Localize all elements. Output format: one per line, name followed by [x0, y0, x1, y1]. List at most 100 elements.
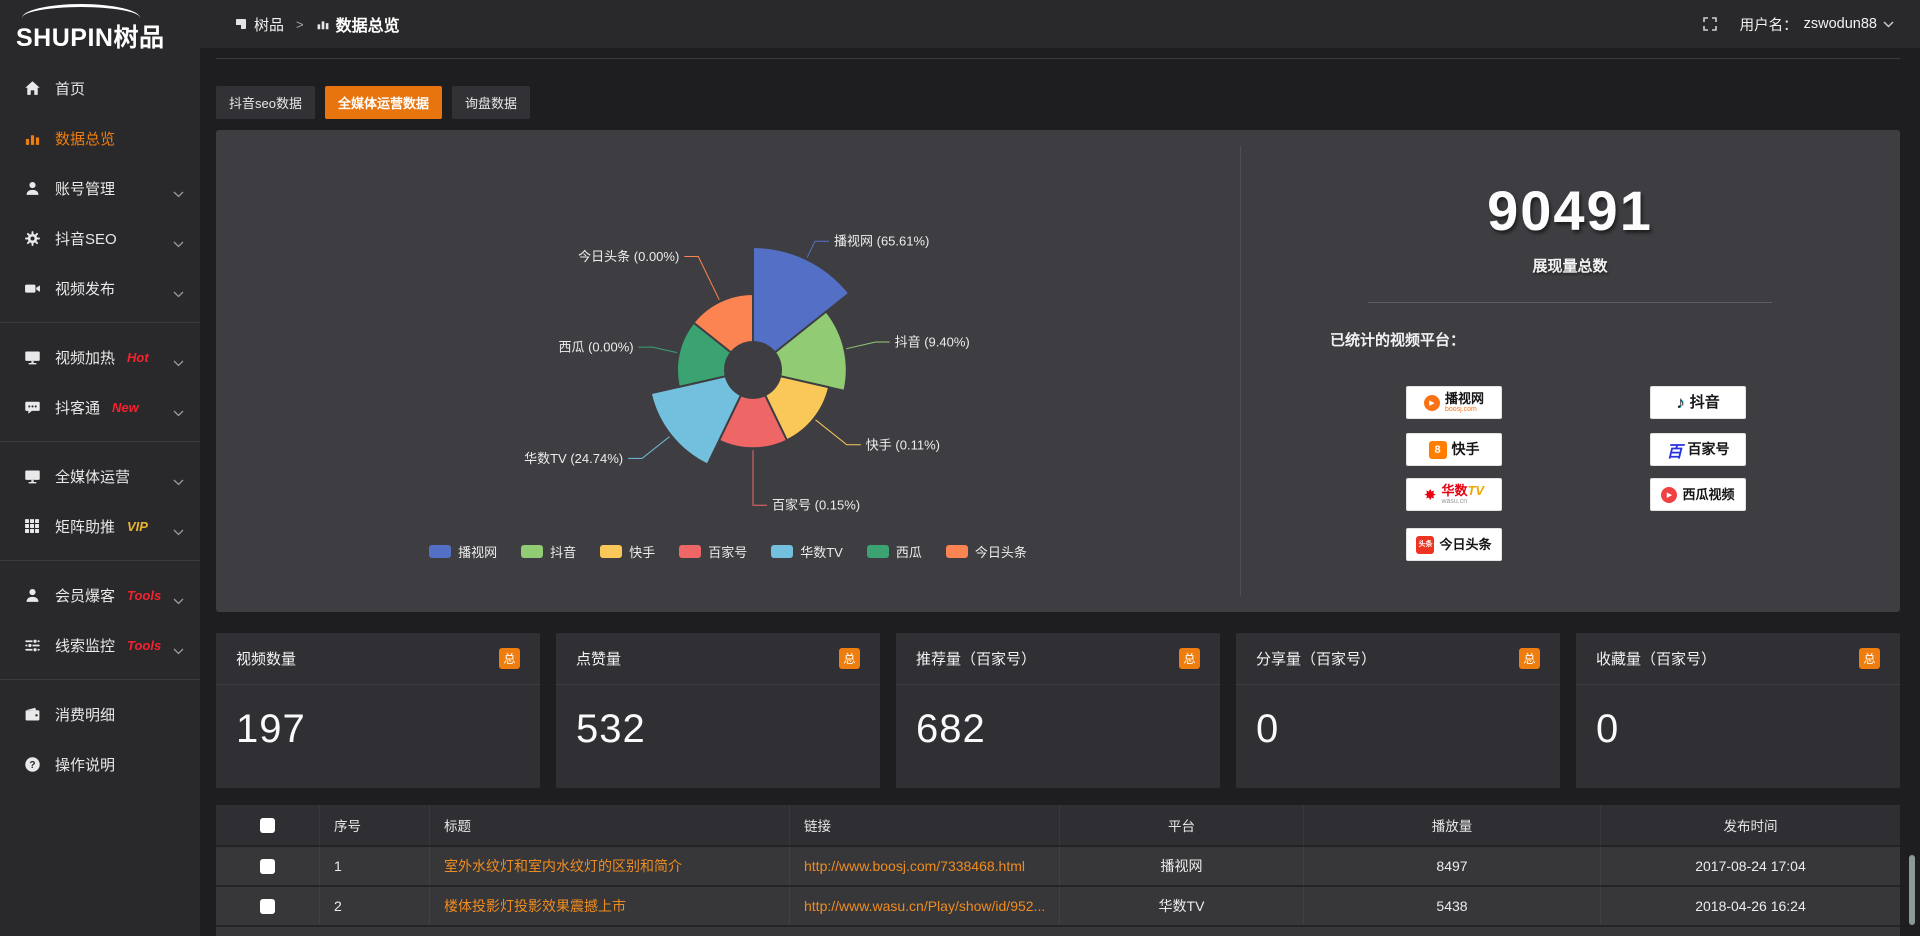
chevron-down-icon: [173, 479, 184, 486]
pie-label-line: [816, 420, 861, 445]
row-checkbox[interactable]: [260, 899, 275, 914]
douyin-logo-icon: ♪: [1676, 393, 1685, 413]
legend-item-抖音[interactable]: 抖音: [521, 542, 576, 561]
table-header-checkbox-cell: [216, 805, 320, 845]
legend-chip: [679, 545, 701, 558]
chevron-down-icon: [173, 185, 184, 192]
legend-label: 华数TV: [800, 542, 843, 561]
legend-item-百家号[interactable]: 百家号: [679, 542, 747, 561]
sidebar-item-label: 线索监控: [55, 635, 115, 656]
video-link[interactable]: http://www.boosj.com/7338468.html: [804, 858, 1025, 874]
legend-item-今日头条[interactable]: 今日头条: [946, 542, 1027, 561]
pie-slice-华数TV[interactable]: [651, 376, 741, 464]
chevron-down-icon: [173, 473, 184, 480]
stat-card-value: 532: [556, 685, 880, 752]
select-all-checkbox[interactable]: [260, 818, 275, 833]
pie-label: 西瓜 (0.00%): [558, 340, 633, 355]
cell-title[interactable]: 楼体投影灯投影效果震撼上市: [430, 887, 790, 925]
platform-badge-toutiao: 头条今日头条: [1406, 528, 1502, 561]
legend-item-快手[interactable]: 快手: [600, 542, 655, 561]
wallet-icon: [24, 706, 41, 723]
total-badge: 总: [839, 648, 860, 669]
sidebar-item-badge: VIP: [127, 519, 148, 534]
sidebar-item-video-heat[interactable]: 视频加热Hot: [0, 332, 200, 382]
cell-platform: 华数TV: [1060, 887, 1304, 925]
app-logo[interactable]: SHUPIN树品: [0, 0, 200, 63]
stat-card-title: 分享量（百家号）: [1256, 648, 1376, 669]
table-header-row: 序号标题链接平台播放量发布时间: [216, 805, 1900, 845]
platform-badge-douyin: ♪抖音: [1650, 386, 1746, 419]
legend-label: 今日头条: [975, 542, 1027, 561]
sidebar-item-account-manage[interactable]: 账号管理: [0, 163, 200, 213]
sidebar-item-label: 抖客通: [55, 397, 100, 418]
sidebar-item-clue-monitor[interactable]: 线索监控Tools: [0, 620, 200, 670]
sidebar-item-video-publish[interactable]: 视频发布: [0, 263, 200, 313]
table-header-cell: 播放量: [1304, 805, 1601, 845]
sidebar-item-media-operation[interactable]: 全媒体运营: [0, 451, 200, 501]
tab-inquiry-data[interactable]: 询盘数据: [452, 86, 530, 119]
stat-cards: 视频数量总197点赞量总532推荐量（百家号）总682分享量（百家号）总0收藏量…: [216, 633, 1900, 788]
grid-icon: [24, 518, 41, 535]
table-header-cell: 链接: [790, 805, 1060, 845]
sidebar-item-douketong[interactable]: 抖客通New: [0, 382, 200, 432]
table-row: 1室外水纹灯和室内水纹灯的区别和简介http://www.boosj.com/7…: [216, 845, 1900, 885]
monitor-icon: [24, 468, 41, 485]
stat-card-video-count: 视频数量总197: [216, 633, 540, 788]
stat-card-value: 682: [896, 685, 1220, 752]
chevron-down-icon: [173, 354, 184, 361]
tab-douyin-seo-data[interactable]: 抖音seo数据: [216, 86, 315, 119]
stat-card-header: 点赞量 总: [556, 633, 880, 685]
table-header-cell: 发布时间: [1601, 805, 1900, 845]
sidebar-item-home[interactable]: 首页: [0, 63, 200, 113]
legend-label: 抖音: [550, 542, 576, 561]
scrollbar-thumb[interactable]: [1909, 855, 1915, 925]
stat-card-title: 推荐量（百家号）: [916, 648, 1036, 669]
help-icon: ?: [24, 756, 41, 773]
sidebar: SHUPIN树品 首页数据总览账号管理抖音SEO 视频发布视频加热Hot抖客通Ne…: [0, 0, 200, 936]
stat-card-title: 点赞量: [576, 648, 621, 669]
chevron-down-icon: [173, 410, 184, 417]
user-icon: [24, 180, 41, 197]
main-content: 抖音seo数据全媒体运营数据询盘数据 播视网 (65.61%)抖音 (9.40%…: [200, 0, 1920, 936]
sidebar-item-expense-detail[interactable]: 消费明细: [0, 689, 200, 739]
tab-media-operation-data[interactable]: 全媒体运营数据: [325, 86, 442, 119]
stat-card-like-count: 点赞量 总 532: [556, 633, 880, 788]
stat-card-share-count: 分享量（百家号）总0: [1236, 633, 1560, 788]
total-badge: 总: [499, 648, 520, 669]
sidebar-item-data-overview[interactable]: 数据总览: [0, 113, 200, 163]
legend-chip: [946, 545, 968, 558]
legend-item-华数TV[interactable]: 华数TV: [771, 542, 843, 561]
sidebar-item-member-baoke[interactable]: 会员爆客 Tools: [0, 570, 200, 620]
chevron-down-icon: [173, 285, 184, 292]
legend-item-西瓜[interactable]: 西瓜: [867, 542, 922, 561]
cell-title[interactable]: 室外水纹灯和室内水纹灯的区别和简介: [430, 847, 790, 885]
sidebar-item-douyin-seo[interactable]: 抖音SEO: [0, 213, 200, 263]
barchart-icon: [24, 130, 41, 147]
sidebar-item-label: 账号管理: [55, 178, 115, 199]
toutiao-logo-icon: 头条: [1416, 536, 1434, 554]
table-row: 2楼体投影灯投影效果震撼上市http://www.wasu.cn/Play/sh…: [216, 885, 1900, 925]
total-impressions-label: 展现量总数: [1240, 255, 1900, 276]
sidebar-item-label: 视频加热: [55, 347, 115, 368]
stat-card-header: 分享量（百家号）总: [1236, 633, 1560, 685]
sidebar-item-label: 会员爆客: [55, 585, 115, 606]
sidebar-item-label: 抖音SEO: [55, 228, 117, 249]
legend-label: 西瓜: [896, 542, 922, 561]
stat-card-header: 收藏量（百家号）总: [1576, 633, 1900, 685]
sidebar-item-matrix-boost[interactable]: 矩阵助推VIP: [0, 501, 200, 551]
sliders-icon: [24, 637, 41, 654]
baijiahao-logo-icon: 百: [1666, 438, 1682, 462]
legend-chip: [771, 545, 793, 558]
grid-icon: [24, 518, 41, 535]
sidebar-item-operation-guide[interactable]: ?操作说明: [0, 739, 200, 789]
sidebar-item-badge: Tools: [127, 588, 161, 603]
platform-badge-baijiahao: 百百家号: [1650, 433, 1746, 466]
header-divider: [216, 58, 1900, 59]
legend-item-播视网[interactable]: 播视网: [429, 542, 497, 561]
cell-platform: 播视网: [1060, 847, 1304, 885]
pie-label-line: [639, 347, 677, 353]
row-checkbox[interactable]: [260, 859, 275, 874]
stat-card-value: 197: [216, 685, 540, 752]
sidebar-item-label: 数据总览: [55, 128, 115, 149]
video-link[interactable]: http://www.wasu.cn/Play/show/id/952...: [804, 898, 1045, 914]
